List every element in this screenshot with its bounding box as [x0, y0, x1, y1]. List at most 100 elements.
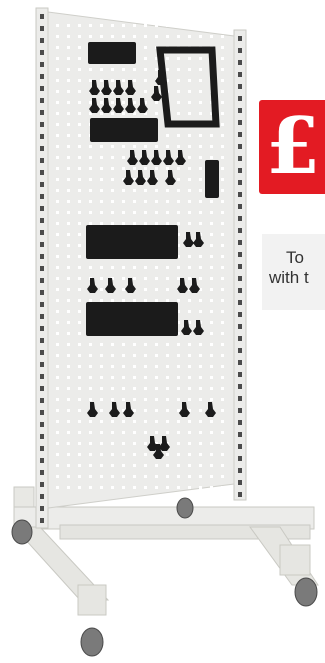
upright-slot	[238, 480, 242, 485]
panel-hole	[199, 68, 202, 71]
panel-hole	[188, 420, 191, 423]
panel-hole	[122, 486, 125, 489]
panel-hole	[111, 200, 114, 203]
upright-slot	[40, 314, 44, 319]
panel-hole	[133, 398, 136, 401]
panel-hole	[144, 354, 147, 357]
panel-hole	[67, 112, 70, 115]
panel-hole	[89, 35, 92, 38]
panel-hole	[78, 200, 81, 203]
upright-slot	[40, 494, 44, 499]
panel-hole	[67, 57, 70, 60]
upright-slot	[238, 264, 242, 269]
panel-hole	[199, 178, 202, 181]
panel-hole	[221, 475, 224, 478]
panel-hole	[166, 464, 169, 467]
panel-hole	[166, 211, 169, 214]
panel-hole	[210, 244, 213, 247]
panel-hole	[188, 90, 191, 93]
panel-hole	[100, 24, 103, 27]
panel-hole	[56, 57, 59, 60]
panel-hole	[144, 453, 147, 456]
panel-hole	[166, 409, 169, 412]
panel-hole	[78, 486, 81, 489]
panel-hole	[155, 398, 158, 401]
panel-hole	[78, 123, 81, 126]
panel-hole	[221, 442, 224, 445]
panel-hole	[56, 431, 59, 434]
panel-hole	[111, 112, 114, 115]
panel-hole	[78, 310, 81, 313]
panel-hole	[199, 354, 202, 357]
panel-hole	[56, 178, 59, 181]
upright-slot	[238, 156, 242, 161]
panel-hole	[144, 79, 147, 82]
panel-hole	[78, 24, 81, 27]
price-badge[interactable]: £	[259, 100, 325, 194]
upright-slot	[40, 242, 44, 247]
panel-hole	[89, 464, 92, 467]
panel-hole	[177, 266, 180, 269]
panel-hole	[199, 35, 202, 38]
panel-hole	[155, 101, 158, 104]
panel-hole	[100, 354, 103, 357]
panel-hole	[100, 387, 103, 390]
panel-hole	[166, 134, 169, 137]
panel-hole	[166, 431, 169, 434]
panel-hole	[155, 277, 158, 280]
panel-hole	[221, 387, 224, 390]
upright-slot	[238, 324, 242, 329]
panel-hole	[56, 123, 59, 126]
panel-hole	[221, 376, 224, 379]
upright-slot	[238, 492, 242, 497]
panel-hole	[78, 387, 81, 390]
panel-hole	[177, 189, 180, 192]
panel-hole	[221, 145, 224, 148]
panel-hole	[210, 475, 213, 478]
panel-hole	[67, 167, 70, 170]
panel-hole	[67, 101, 70, 104]
panel-hole	[89, 486, 92, 489]
perforated-panel	[47, 11, 235, 509]
upright-slot	[40, 74, 44, 79]
upright-slot	[40, 230, 44, 235]
panel-hole	[56, 266, 59, 269]
panel-hole	[67, 79, 70, 82]
panel-hole	[78, 222, 81, 225]
panel-hole	[177, 277, 180, 280]
upright-slot	[40, 14, 44, 19]
panel-hole	[67, 299, 70, 302]
panel-hole	[221, 79, 224, 82]
promo-line-2: with t	[269, 268, 309, 287]
panel-hole	[111, 222, 114, 225]
panel-hole	[210, 354, 213, 357]
panel-hole	[56, 321, 59, 324]
panel-hole	[89, 442, 92, 445]
panel-hole	[78, 299, 81, 302]
panel-hole	[78, 453, 81, 456]
upright-slot	[40, 218, 44, 223]
panel-hole	[67, 255, 70, 258]
panel-hole	[155, 266, 158, 269]
panel-hole	[78, 376, 81, 379]
panel-hole	[199, 79, 202, 82]
upright-slot	[238, 120, 242, 125]
panel-hole	[155, 299, 158, 302]
panel-hole	[221, 343, 224, 346]
panel-hole	[122, 431, 125, 434]
panel-hole	[155, 376, 158, 379]
panel-hole	[56, 35, 59, 38]
panel-hole	[177, 35, 180, 38]
panel-hole	[210, 420, 213, 423]
panel-hole	[67, 222, 70, 225]
panel-hole	[188, 277, 191, 280]
panel-hole	[177, 398, 180, 401]
panel-hole	[56, 486, 59, 489]
panel-hole	[210, 431, 213, 434]
panel-hole	[221, 101, 224, 104]
panel-hole	[56, 376, 59, 379]
panel-hole	[56, 211, 59, 214]
upright-slot	[238, 312, 242, 317]
panel-hole	[155, 24, 158, 27]
panel-hole	[144, 46, 147, 49]
